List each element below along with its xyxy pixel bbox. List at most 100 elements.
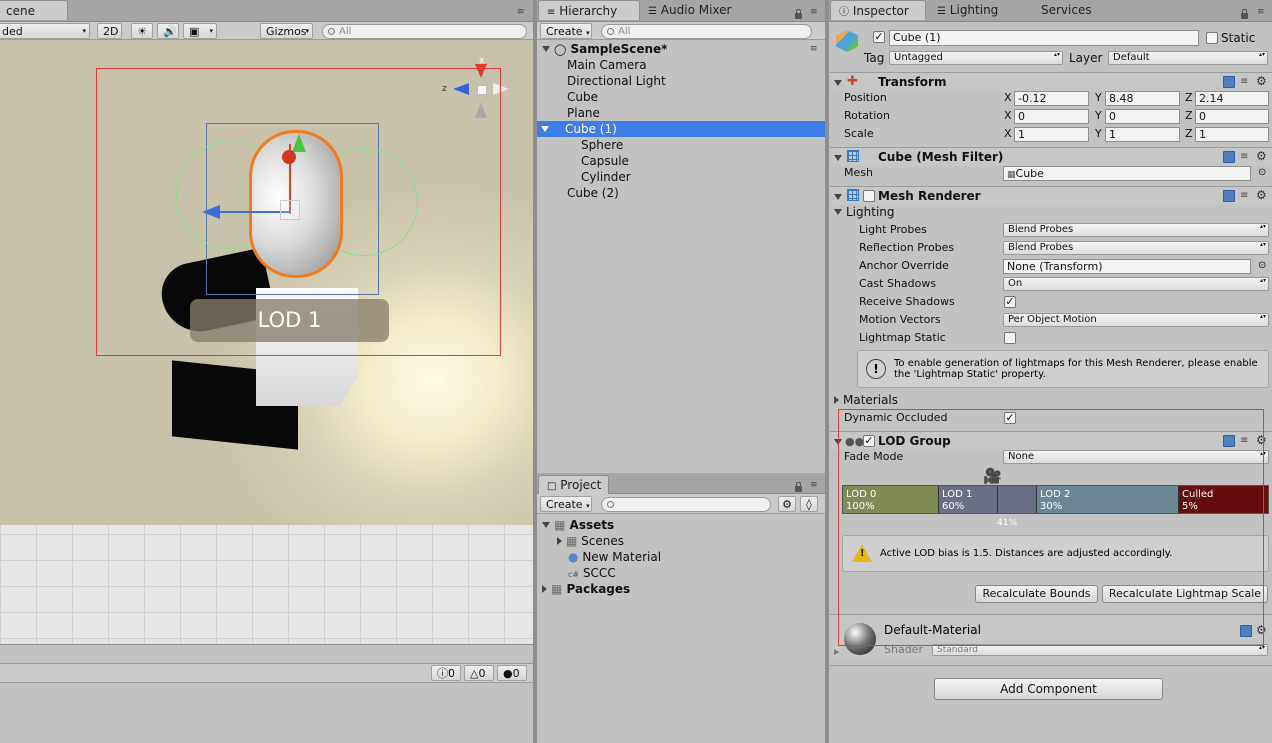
expand-arrow-icon[interactable] [557,537,562,545]
hierarchy-item-capsule[interactable]: Capsule [581,153,629,169]
project-item-new-material[interactable]: ● New Material [568,549,661,565]
light-probes-dropdown[interactable]: Blend Probes [1003,223,1269,237]
collapse-arrow-icon[interactable] [834,194,842,200]
scene-lighting-toggle[interactable]: ☀ [131,23,153,39]
project-search-input[interactable] [601,497,771,512]
gear-icon[interactable]: ⚙ [1256,189,1268,202]
rotation-z-field[interactable]: 0 [1195,109,1269,124]
hierarchy-item-main-camera[interactable]: Main Camera [567,57,647,73]
collapse-arrow-icon[interactable] [542,522,550,528]
console-info-toggle[interactable]: ⓘ0 [431,665,461,681]
console-error-toggle[interactable]: ●0 [497,665,527,681]
static-checkbox[interactable] [1206,32,1218,44]
scale-x-label[interactable]: X [1004,127,1012,141]
project-create-button[interactable]: Create ▾ [540,496,592,512]
hierarchy-item-cube[interactable]: Cube [567,89,598,105]
tab-lighting[interactable]: ☰ Lighting [929,0,1008,20]
object-name-input[interactable]: Cube (1) [889,30,1199,46]
rotation-z-label[interactable]: Z [1185,109,1193,123]
receive-shadows-checkbox[interactable]: ✓ [1004,296,1016,308]
lock-icon[interactable] [1241,9,1248,19]
panel-menu-icon[interactable]: ≡ [810,481,820,490]
expand-arrow-icon[interactable]: ▸ [834,645,840,659]
scene-search-input[interactable]: All [322,24,527,39]
lighting-foldout[interactable]: Lighting [834,205,895,219]
mesh-renderer-enabled-checkbox[interactable] [863,190,875,202]
scale-x-field[interactable]: 1 [1014,127,1089,142]
lock-icon[interactable] [795,482,802,492]
mesh-object-field[interactable]: ▦Cube [1003,166,1251,181]
rotation-y-label[interactable]: Y [1095,109,1102,123]
scene-menu-icon[interactable]: ≡ [810,45,820,54]
active-checkbox[interactable]: ✓ [873,31,885,43]
add-component-button[interactable]: Add Component [934,678,1163,700]
project-item-assets[interactable]: ▦ Assets [542,517,614,533]
scale-y-field[interactable]: 1 [1105,127,1180,142]
expand-arrow-icon[interactable] [542,585,547,593]
rotation-x-field[interactable]: 0 [1014,109,1089,124]
filter-by-type-button[interactable]: ⚙ [778,496,796,512]
collapse-arrow-icon[interactable] [834,209,842,215]
hierarchy-item-plane[interactable]: Plane [567,105,600,121]
gizmos-dropdown[interactable]: Gizmos ▾ [260,23,313,39]
help-book-icon[interactable] [1223,76,1235,88]
tag-dropdown[interactable]: Untagged [889,51,1063,65]
scene-viewport[interactable]: LOD 1 x z [0,40,533,644]
scale-z-label[interactable]: Z [1185,127,1193,141]
panel-menu-icon[interactable]: ≡ [1257,8,1267,17]
position-z-field[interactable]: 2.14 [1195,91,1269,106]
hierarchy-item-directional-light[interactable]: Directional Light [567,73,666,89]
materials-foldout[interactable]: Materials [834,393,898,407]
tab-inspector[interactable]: ⓘ Inspector [830,0,926,20]
expand-arrow-icon[interactable] [834,396,839,404]
scale-z-field[interactable]: 1 [1195,127,1269,142]
tab-scene[interactable]: cene [0,0,68,20]
layer-dropdown[interactable]: Default [1108,51,1268,65]
hierarchy-search-input[interactable]: All [601,24,812,39]
collapse-arrow-icon[interactable] [542,46,550,52]
hierarchy-create-button[interactable]: Create ▾ [540,23,592,39]
scene-effects-dropdown[interactable]: ▣ ▾ [183,23,217,39]
console-warning-toggle[interactable]: △0 [464,665,494,681]
mesh-filter-header[interactable]: Cube (Mesh Filter) ≡ ⚙ [830,147,1272,166]
collapse-arrow-icon[interactable] [834,155,842,161]
preset-icon[interactable]: ≡ [1240,151,1252,163]
scale-y-label[interactable]: Y [1095,127,1102,141]
preset-icon[interactable]: ≡ [1240,190,1252,202]
help-book-icon[interactable] [1223,190,1235,202]
lightmap-static-checkbox[interactable] [1004,332,1016,344]
tab-project[interactable]: □ Project [538,475,609,494]
hierarchy-item-sphere[interactable]: Sphere [581,137,623,153]
lock-icon[interactable] [795,9,802,19]
help-book-icon[interactable] [1223,151,1235,163]
tab-audio-mixer[interactable]: ☰ Audio Mixer [640,0,741,20]
filter-by-label-button[interactable]: ◊ [800,496,818,512]
panel-menu-icon[interactable]: ≡ [810,8,820,17]
hierarchy-item-cube-2[interactable]: Cube (2) [567,185,619,201]
collapse-arrow-icon[interactable] [834,80,842,86]
shading-mode-dropdown[interactable]: ded ▾ [0,23,90,39]
rotation-x-label[interactable]: X [1004,109,1012,123]
project-item-scenes[interactable]: ▦ Scenes [557,533,624,549]
reflection-probes-dropdown[interactable]: Blend Probes [1003,241,1269,255]
cast-shadows-dropdown[interactable]: On [1003,277,1269,291]
tab-services[interactable]: Services [1033,0,1102,20]
object-picker-icon[interactable]: ⊙ [1258,259,1266,273]
gear-icon[interactable]: ⚙ [1256,150,1268,163]
position-y-label[interactable]: Y [1095,91,1102,105]
gear-icon[interactable]: ⚙ [1256,75,1268,88]
panel-menu-icon[interactable]: ≡ [517,8,527,17]
motion-vectors-dropdown[interactable]: Per Object Motion [1003,313,1269,327]
position-y-field[interactable]: 8.48 [1105,91,1180,106]
rotation-y-field[interactable]: 0 [1105,109,1180,124]
object-picker-icon[interactable]: ⊙ [1258,166,1266,180]
project-item-sccc[interactable]: c# SCCC [568,565,616,581]
collapse-arrow-icon[interactable] [541,126,549,132]
preset-icon[interactable]: ≡ [1240,76,1252,88]
transform-header[interactable]: ✚ Transform ≡ ⚙ [830,72,1272,91]
toggle-2d-button[interactable]: 2D [97,23,122,39]
position-z-label[interactable]: Z [1185,91,1193,105]
position-x-field[interactable]: -0.12 [1014,91,1089,106]
hierarchy-item-cylinder[interactable]: Cylinder [581,169,631,185]
mesh-renderer-header[interactable]: Mesh Renderer ≡ ⚙ [830,186,1272,205]
